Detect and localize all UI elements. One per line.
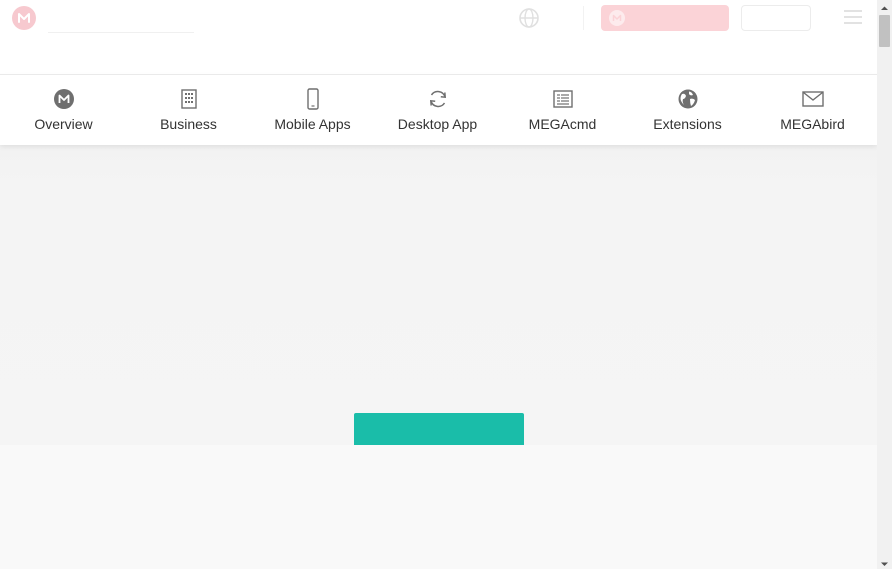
nav-item-extensions[interactable]: Extensions (625, 75, 750, 145)
hamburger-menu-icon[interactable] (844, 10, 862, 26)
scroll-down-arrow-icon[interactable] (877, 556, 892, 569)
nav-item-overview[interactable]: Overview (1, 75, 126, 145)
header-divider (583, 6, 584, 30)
mobile-phone-icon (302, 88, 324, 110)
hero-section (0, 145, 877, 445)
envelope-icon (801, 88, 824, 110)
vertical-scrollbar[interactable] (877, 0, 892, 569)
top-header (0, 0, 877, 75)
mega-logo-small-icon (609, 10, 625, 26)
product-nav-bar: Overview Business Mobile Apps Desktop Ap… (0, 75, 877, 145)
create-account-button[interactable] (741, 5, 811, 31)
sync-icon (427, 88, 449, 110)
scroll-up-arrow-icon[interactable] (877, 0, 892, 13)
nav-label-mobile-apps: Mobile Apps (274, 116, 351, 132)
content-section (0, 445, 877, 569)
scrollbar-thumb[interactable] (879, 15, 890, 47)
nav-label-desktop-app: Desktop App (397, 116, 478, 132)
page-viewport: Overview Business Mobile Apps Desktop Ap… (0, 0, 877, 569)
nav-label-business: Business (160, 116, 217, 132)
primary-cta-button[interactable] (354, 413, 524, 445)
mega-logo-icon (53, 88, 75, 110)
nav-label-megabird: MEGAbird (780, 116, 845, 132)
nav-item-desktop-app[interactable]: Desktop App (375, 75, 500, 145)
nav-item-business[interactable]: Business (126, 75, 251, 145)
language-globe-icon[interactable] (518, 7, 540, 29)
login-button[interactable] (601, 5, 729, 31)
nav-item-megabird[interactable]: MEGAbird (750, 75, 875, 145)
nav-label-megacmd: MEGAcmd (528, 116, 597, 132)
search-field-underline[interactable] (48, 32, 194, 33)
globe-icon (677, 88, 699, 110)
building-icon (178, 88, 200, 110)
nav-item-mobile-apps[interactable]: Mobile Apps (250, 75, 375, 145)
nav-item-megacmd[interactable]: MEGAcmd (500, 75, 625, 145)
mega-logo-icon[interactable] (12, 6, 36, 30)
nav-label-extensions: Extensions (653, 116, 722, 132)
nav-label-overview: Overview (34, 116, 93, 132)
terminal-list-icon (552, 88, 574, 110)
